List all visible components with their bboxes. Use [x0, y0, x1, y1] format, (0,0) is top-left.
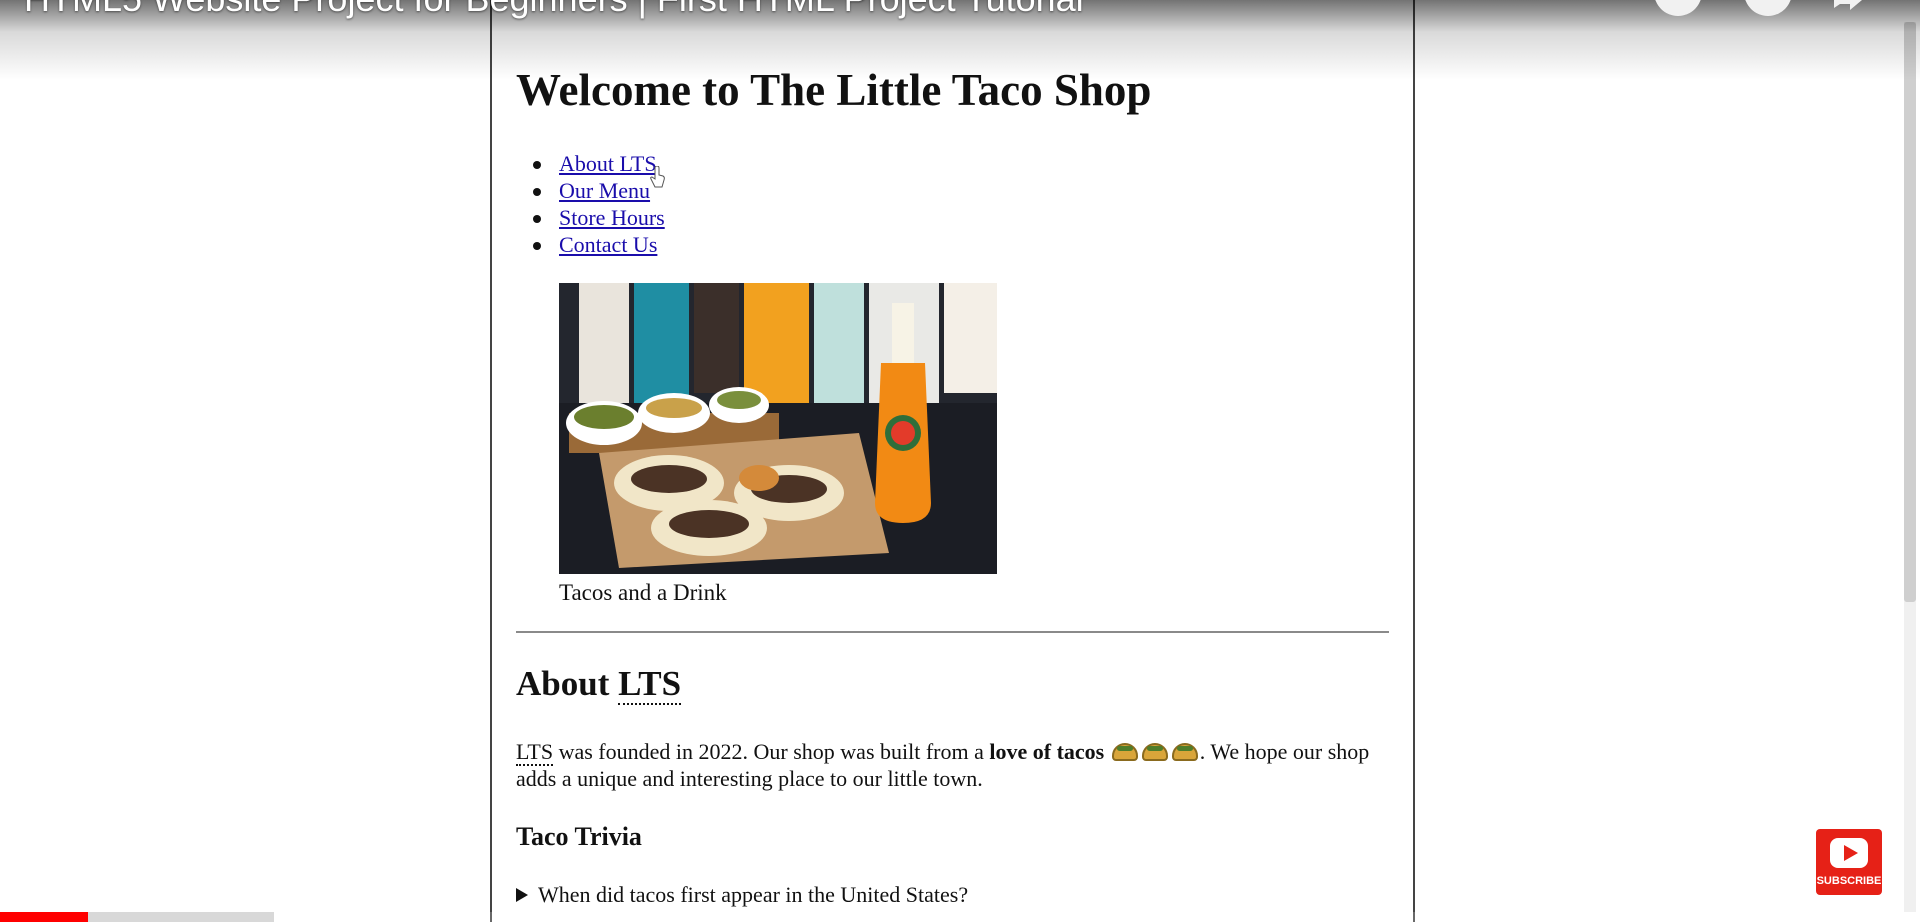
subscribe-button[interactable]: SUBSCRIBE — [1816, 829, 1882, 895]
paragraph-text-1: was founded in 2022. Our shop was built … — [553, 739, 990, 764]
disclosure-triangle-icon[interactable] — [516, 888, 528, 902]
mouse-cursor-icon — [650, 165, 666, 193]
horizontal-rule — [516, 631, 1389, 633]
nav-item-hours: Store Hours — [533, 204, 665, 231]
watch-later-icon[interactable] — [1654, 0, 1702, 16]
share-icon[interactable] — [1744, 0, 1792, 16]
nav-item-contact: Contact Us — [533, 231, 665, 258]
progress-played — [0, 912, 89, 922]
video-title: HTML5 Website Project for Beginners | Fi… — [24, 0, 1084, 20]
paragraph-abbr: LTS — [516, 739, 554, 766]
about-heading-abbr: LTS — [618, 664, 682, 705]
trivia-question: When did tacos first appear in the Unite… — [538, 882, 969, 907]
taco-icon — [1111, 743, 1138, 761]
taco-icon — [1171, 743, 1198, 761]
forward-icon[interactable] — [1830, 0, 1878, 16]
tacos-photo — [559, 283, 997, 574]
progress-buffered — [88, 912, 274, 922]
web-page: Welcome to The Little Taco Shop About LT… — [516, 0, 1396, 922]
nav-link-hours[interactable]: Store Hours — [559, 205, 665, 230]
nav-item-about: About LTS — [533, 150, 665, 177]
trivia-heading: Taco Trivia — [516, 822, 642, 851]
nav-link-menu[interactable]: Our Menu — [559, 178, 650, 203]
about-paragraph: LTS was founded in 2022. Our shop was bu… — [516, 738, 1396, 792]
video-progress-bar[interactable] — [0, 912, 1920, 922]
subscribe-label: SUBSCRIBE — [1816, 875, 1882, 887]
youtube-play-icon — [1830, 838, 1868, 868]
nav-link-contact[interactable]: Contact Us — [559, 232, 657, 257]
browser-window-right-edge — [1413, 0, 1415, 922]
about-heading: About LTS — [516, 664, 682, 705]
video-title-bar: HTML5 Website Project for Beginners | Fi… — [0, 0, 1920, 80]
nav-item-menu: Our Menu — [533, 177, 665, 204]
about-heading-prefix: About — [516, 664, 610, 703]
taco-icon — [1141, 743, 1168, 761]
vertical-scrollbar[interactable] — [1904, 22, 1916, 912]
scrollbar-thumb[interactable] — [1904, 22, 1916, 602]
trivia-details-summary[interactable]: When did tacos first appear in the Unite… — [516, 882, 968, 908]
nav-link-about[interactable]: About LTS — [559, 151, 657, 176]
nav-list: About LTS Our Menu Store Hours Contact U… — [533, 150, 665, 258]
paragraph-strong: love of tacos — [989, 739, 1105, 764]
figure-caption: Tacos and a Drink — [559, 580, 727, 605]
browser-window-left-edge — [490, 0, 492, 922]
